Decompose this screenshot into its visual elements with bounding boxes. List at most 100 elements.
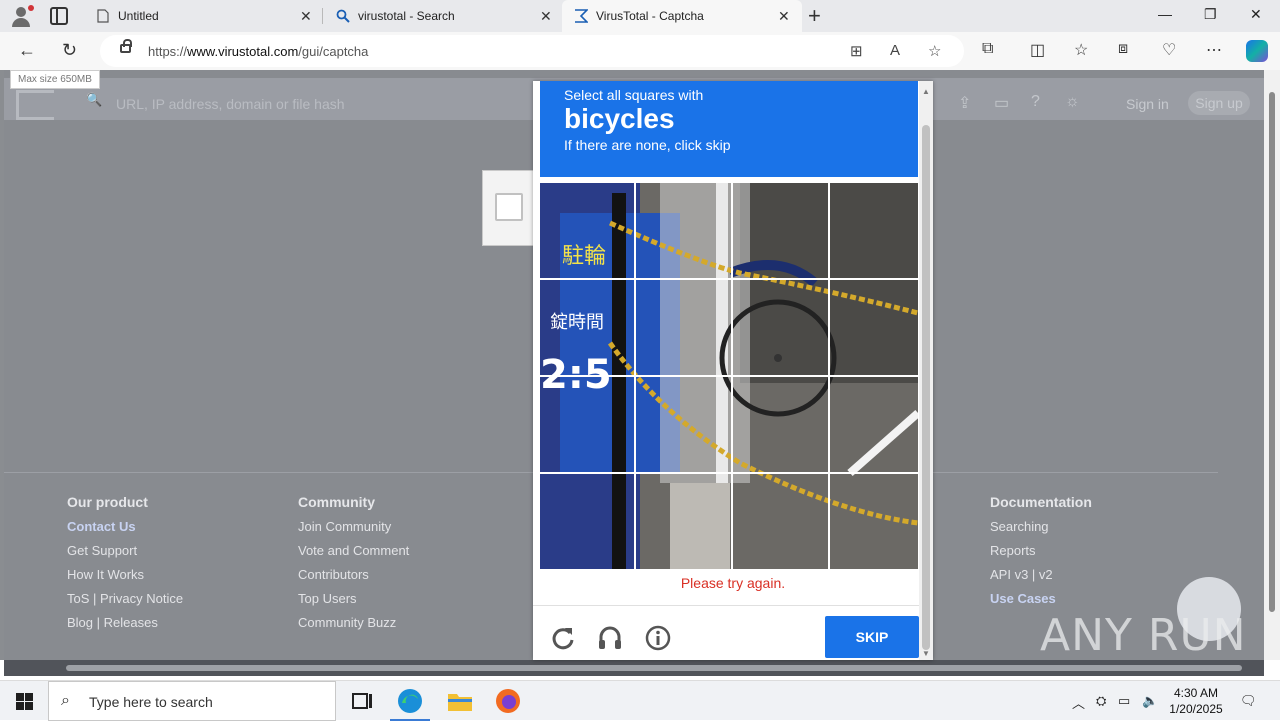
file-explorer-icon[interactable] [446,687,474,715]
captcha-challenge: Select all squares with bicycles If ther… [533,81,933,660]
sign-up-button[interactable]: Sign up [1188,91,1250,115]
footer-link[interactable]: Blog | Releases [67,615,183,639]
page-icon [97,9,109,23]
captcha-tile[interactable] [824,376,917,471]
scroll-up-arrow[interactable]: ▲ [922,87,930,96]
captcha-scrollbar[interactable]: ▲ ▼ [919,81,933,660]
windows-taskbar: ⌕ Type here to search ︿ ⛭ ▭ 🔈 4:30 AM 1/… [0,680,1280,721]
tab-virustotal-search[interactable]: virustotal - Search ✕ [324,0,560,32]
help-icon[interactable]: ? [1031,93,1040,111]
chat-icon[interactable]: ▭ [994,93,1009,113]
page-vertical-scrollbar[interactable] [1264,70,1280,660]
show-hidden-icons-icon[interactable]: ︿ [1072,693,1085,712]
close-tab-icon[interactable]: ✕ [300,8,312,25]
tab-actions-icon[interactable] [50,7,68,25]
scrollbar-thumb[interactable] [1269,92,1275,612]
close-tab-icon[interactable]: ✕ [778,8,790,25]
footer-link[interactable]: Join Community [298,519,409,543]
scroll-down-arrow[interactable]: ▼ [922,649,930,658]
collections-icon[interactable]: ⧈ [1118,40,1128,58]
device-icon[interactable]: ⛭ [1096,693,1106,709]
app-available-icon[interactable]: ⊞ [850,42,863,60]
captcha-tile[interactable] [824,183,917,278]
captcha-tile[interactable] [635,183,728,278]
favorite-star-icon[interactable]: ☆ [928,42,941,60]
captcha-tile[interactable] [540,473,633,568]
captcha-tile[interactable] [540,183,633,278]
profile-icon[interactable] [8,4,34,28]
system-clock[interactable]: 4:30 AM 1/20/2025 [1168,685,1224,717]
captcha-tile[interactable] [635,473,728,568]
favorites-icon[interactable]: ☆ [1074,40,1088,60]
footer-link[interactable]: Vote and Comment [298,543,409,567]
footer-link[interactable]: ToS | Privacy Notice [67,591,183,615]
refresh-icon[interactable]: ↻ [62,40,77,61]
info-icon[interactable] [645,625,671,651]
footer-link[interactable]: Top Users [298,591,409,615]
upload-icon[interactable]: ⇪ [958,93,971,113]
footer-link[interactable]: How It Works [67,567,183,591]
scrollbar-thumb[interactable] [66,665,1242,671]
captcha-tile[interactable] [540,280,633,375]
firefox-icon[interactable] [494,687,522,715]
scrollbar-thumb[interactable] [922,125,930,650]
footer-link[interactable]: Contributors [298,567,409,591]
extensions-icon[interactable]: ⧉ [982,40,993,58]
reload-icon[interactable] [550,625,576,651]
search-input[interactable]: URL, IP address, domain or file hash [116,96,345,112]
captcha-tile[interactable] [729,376,822,471]
notifications-icon[interactable]: 🗨 [1240,693,1257,709]
theme-toggle-icon[interactable]: ☼ [1065,93,1080,111]
skip-button[interactable]: SKIP [825,616,919,658]
page-horizontal-scrollbar[interactable] [4,660,1264,676]
split-screen-icon[interactable]: ◫ [1030,40,1045,60]
footer-link[interactable]: Contact Us [67,519,183,543]
footer-link[interactable]: API v3 | v2 [990,567,1092,591]
address-bar[interactable]: https://www.virustotal.com/gui/captcha ⊞… [100,35,964,67]
captcha-tile[interactable] [729,473,822,568]
recaptcha-checkbox[interactable] [495,193,523,221]
back-arrow-icon[interactable]: ← [18,40,36,61]
browser-toolbar: ← ↻ https://www.virustotal.com/gui/captc… [0,32,1280,70]
more-menu-icon[interactable]: ⋯ [1206,40,1222,60]
browser-essentials-icon[interactable]: ♡ [1162,40,1176,60]
lock-icon[interactable] [120,39,132,53]
sign-in-link[interactable]: Sign in [1126,96,1169,112]
footer-link[interactable]: Reports [990,543,1092,567]
captcha-tile[interactable] [729,183,822,278]
footer-community: Community Join Community Vote and Commen… [298,494,409,639]
edge-browser-icon[interactable] [390,687,430,721]
footer-heading: Documentation [990,494,1092,510]
search-icon: ⌕ [61,692,70,709]
tab-separator [322,8,323,24]
virustotal-logo[interactable] [16,90,54,120]
task-view-icon[interactable] [348,687,376,715]
restore-button[interactable]: ❐ [1204,6,1217,23]
network-icon[interactable]: ▭ [1118,693,1130,709]
url-text[interactable]: https://www.virustotal.com/gui/captcha [148,44,368,59]
close-tab-icon[interactable]: ✕ [540,8,552,25]
audio-headphones-icon[interactable] [597,625,623,651]
volume-icon[interactable]: 🔈 [1142,693,1158,709]
read-aloud-icon[interactable]: A [890,42,900,59]
copilot-icon[interactable] [1246,40,1268,62]
windows-start-icon[interactable] [16,693,33,710]
captcha-tile[interactable] [635,280,728,375]
captcha-tile[interactable] [824,280,917,375]
tab-untitled[interactable]: Untitled ✕ [84,0,322,32]
new-tab-button[interactable]: + [808,3,821,29]
captcha-tile[interactable] [635,376,728,471]
captcha-tile[interactable] [729,280,822,375]
max-size-tooltip: Max size 650MB [10,70,100,89]
close-window-button[interactable]: ✕ [1250,6,1262,23]
minimize-button[interactable]: — [1158,6,1172,22]
footer-link[interactable]: Get Support [67,543,183,567]
captcha-target-word: bicycles [564,103,675,134]
captcha-instruction-line: Select all squares with [564,87,704,103]
tab-virustotal-captcha[interactable]: VirusTotal - Captcha ✕ [562,0,802,32]
taskbar-search[interactable]: ⌕ Type here to search [48,681,336,721]
footer-link[interactable]: Community Buzz [298,615,409,639]
captcha-tile[interactable] [540,376,633,471]
footer-link[interactable]: Searching [990,519,1092,543]
captcha-tile[interactable] [824,473,917,568]
